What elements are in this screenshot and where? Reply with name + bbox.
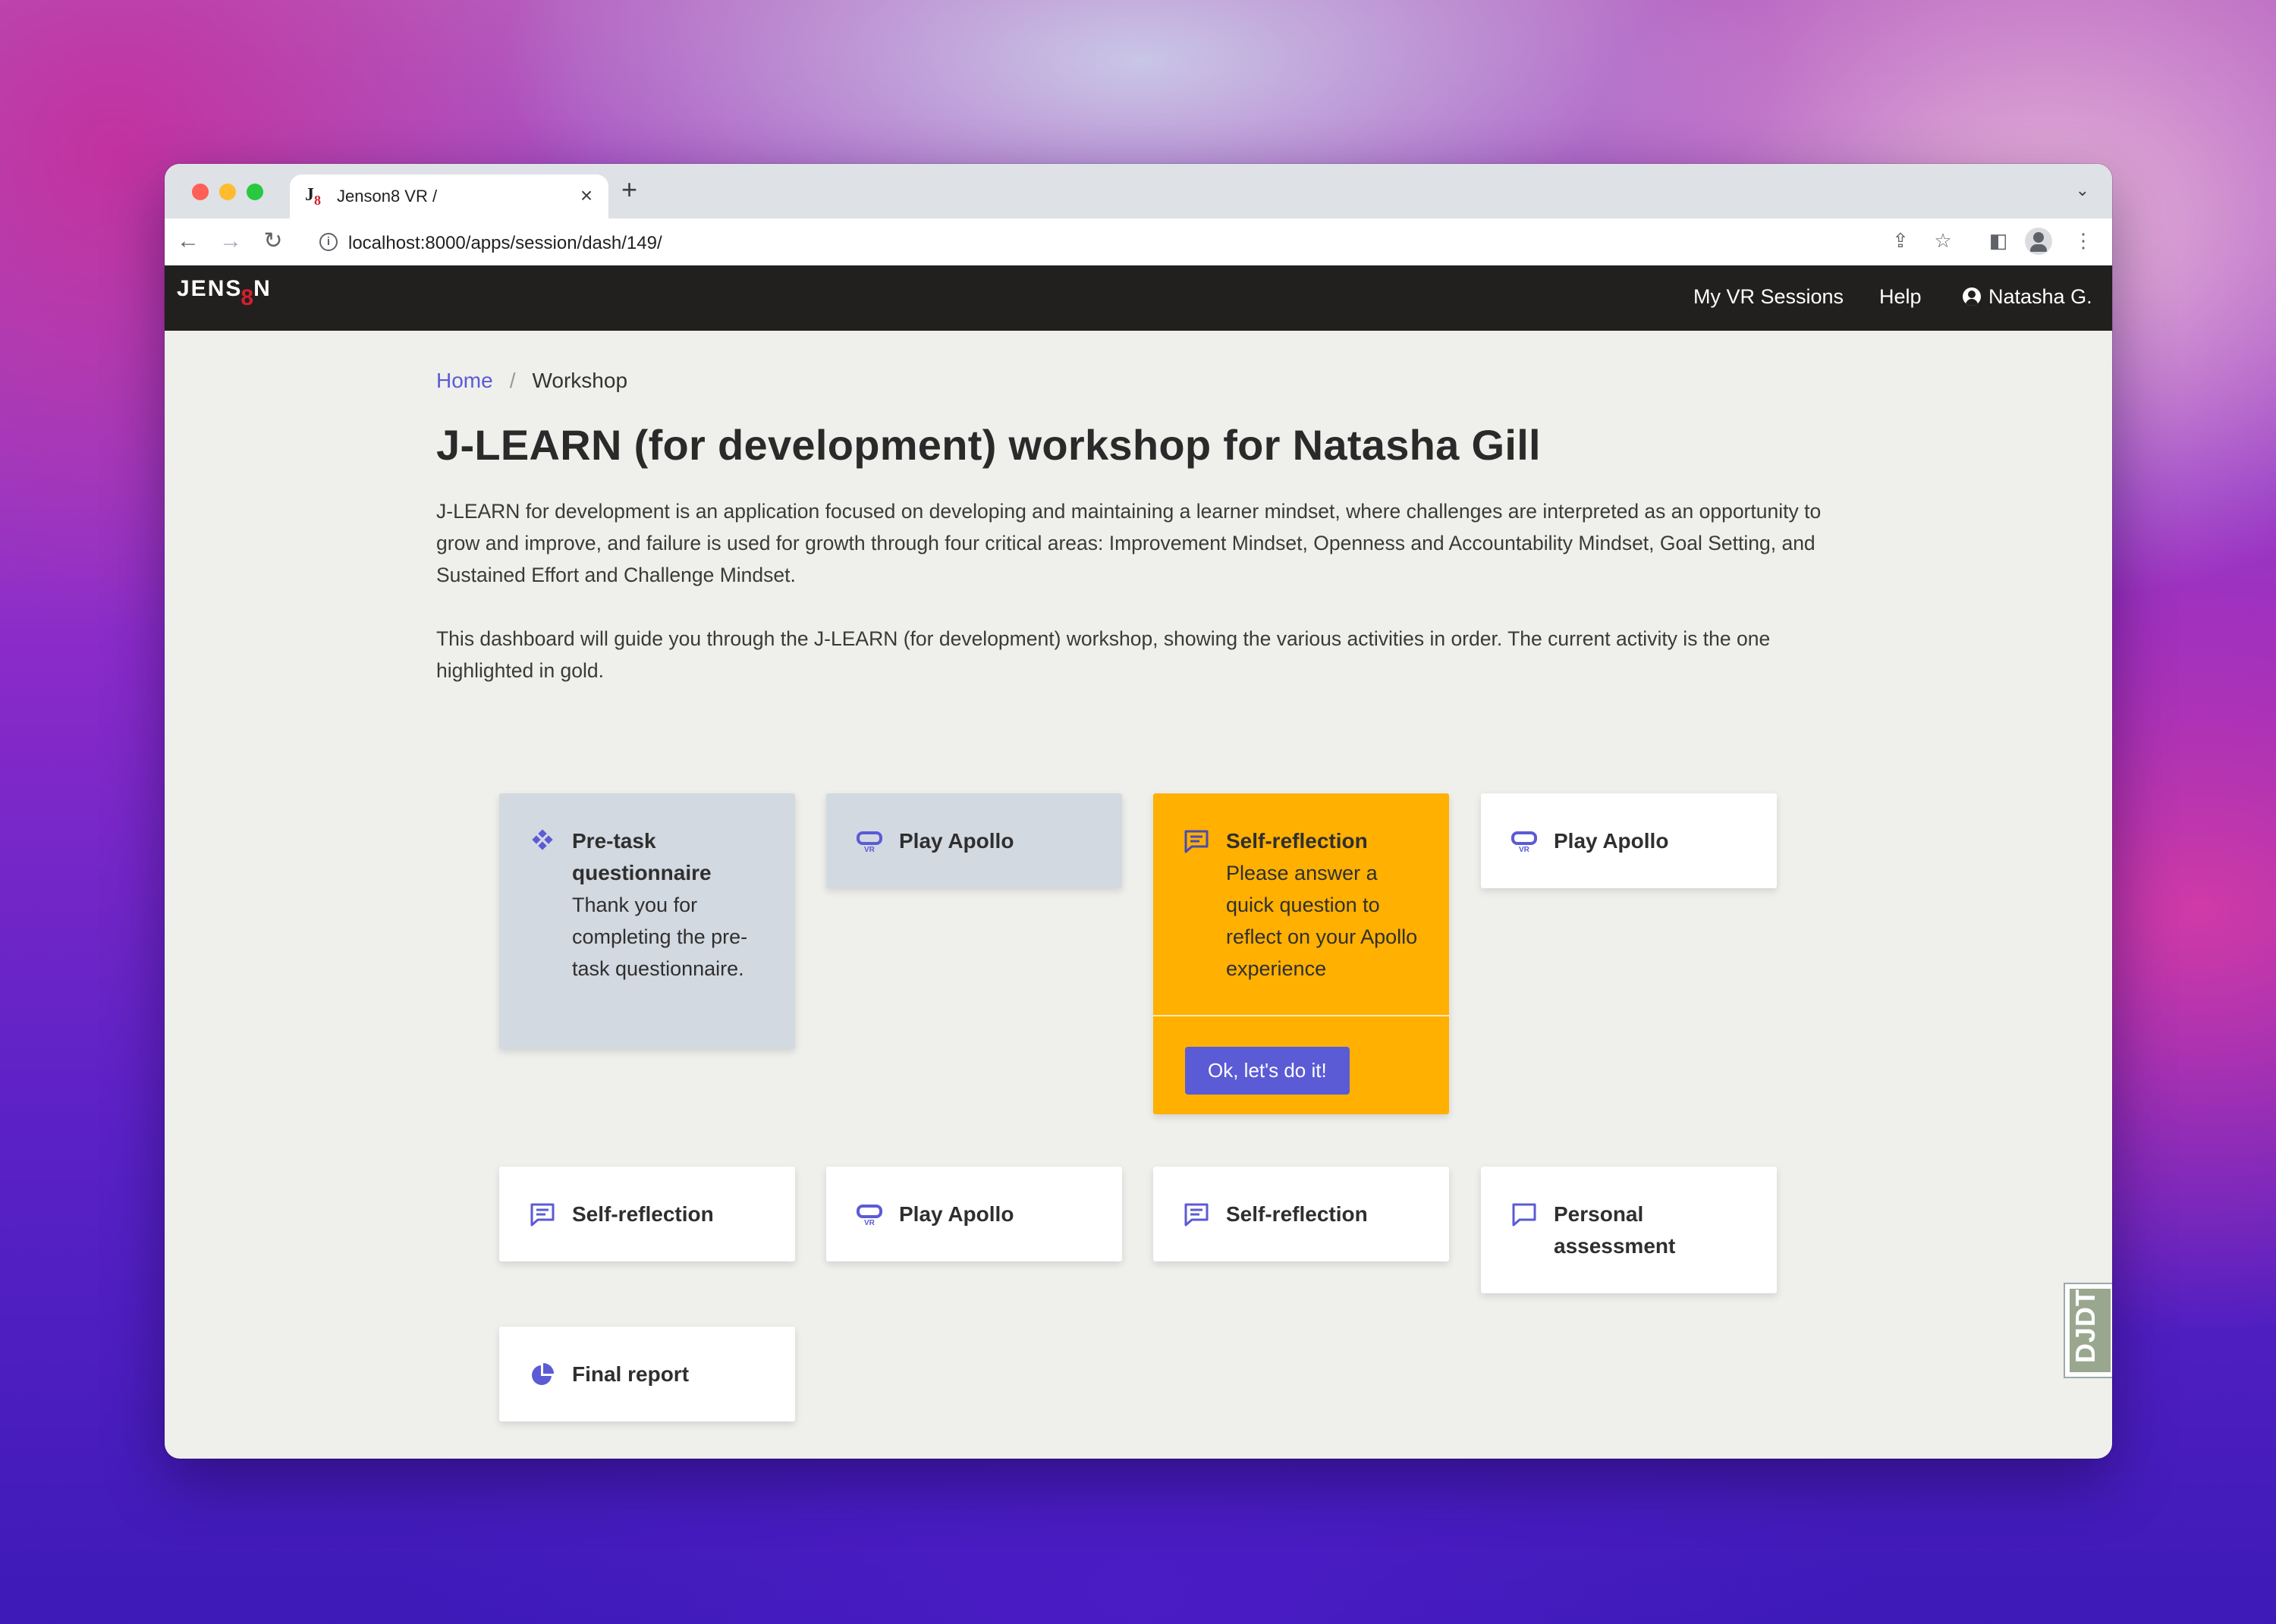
new-tab-icon[interactable]: + <box>621 176 637 203</box>
activity-card-self-reflection[interactable]: Self-reflection <box>1153 1167 1449 1261</box>
activity-card-pre-task-questionnaire: Pre-task questionnaire Thank you for com… <box>499 793 795 1049</box>
url-text[interactable]: localhost:8000/apps/session/dash/149/ <box>348 233 662 254</box>
vr-headset-icon: VR <box>857 1205 882 1227</box>
back-icon[interactable]: ← <box>175 229 201 253</box>
vr-headset-icon: VR <box>857 831 882 854</box>
django-debug-toolbar-handle[interactable]: DJDT <box>2064 1283 2112 1378</box>
activity-card-footer: Ok, let's do it! <box>1153 1015 1449 1126</box>
breadcrumb-separator: / <box>509 369 516 392</box>
start-activity-button[interactable]: Ok, let's do it! <box>1185 1047 1350 1095</box>
user-circle-icon <box>1963 287 1981 306</box>
user-name: Natasha G. <box>1988 285 2092 308</box>
svg-text:VR: VR <box>864 1219 876 1227</box>
chat-lines-icon <box>1184 1203 1209 1227</box>
tab-title: Jenson8 VR / <box>337 187 438 206</box>
page-title: J-LEARN (for development) workshop for N… <box>436 421 1541 469</box>
breadcrumb: Home / Workshop <box>436 369 1847 399</box>
activity-card-self-reflection-current: Self-reflection Please answer a quick qu… <box>1153 793 1449 1114</box>
jenson8-logo[interactable]: JENS8N <box>177 276 272 310</box>
activity-text: Please answer a quick question to reflec… <box>1226 862 1418 980</box>
close-window-button[interactable] <box>192 184 209 200</box>
browser-window: J8 Jenson8 VR / × + ⌄ ← → ↻ i localhost:… <box>165 164 2112 1459</box>
dashboard-instructions: This dashboard will guide you through th… <box>436 627 1771 682</box>
svg-text:VR: VR <box>1519 846 1530 854</box>
side-panel-icon[interactable]: ◧ <box>1985 229 2011 252</box>
reload-icon[interactable]: ↻ <box>260 229 286 253</box>
activity-title: Self-reflection <box>572 1202 714 1226</box>
site-navbar: JENS8N My VR Sessions Help Natasha G. <box>165 265 2112 331</box>
activity-title: Final report <box>572 1362 690 1386</box>
debug-toolbar-label: DJDT <box>2070 1288 2101 1363</box>
activity-title: Pre-task questionnaire <box>572 829 712 884</box>
activity-card-play-apollo: VR Play Apollo <box>826 793 1122 888</box>
share-icon[interactable]: ⇪ <box>1888 229 1913 252</box>
activity-title: Self-reflection <box>1226 829 1368 853</box>
breadcrumb-home-link[interactable]: Home <box>436 369 493 392</box>
activity-card-self-reflection[interactable]: Self-reflection <box>499 1167 795 1261</box>
bookmark-star-icon[interactable]: ☆ <box>1930 229 1956 252</box>
favicon-icon: J8 <box>305 185 321 208</box>
minimize-window-button[interactable] <box>219 184 236 200</box>
activity-title: Play Apollo <box>899 1202 1014 1226</box>
vr-headset-icon: VR <box>1511 831 1537 854</box>
workshop-description: J-LEARN for development is an applicatio… <box>436 500 1822 586</box>
diamonds-icon <box>532 829 553 850</box>
chat-outline-icon <box>1512 1203 1536 1227</box>
activity-title: Personal assessment <box>1554 1202 1676 1258</box>
main-content: Home / Workshop J-LEARN (for development) … <box>436 369 1847 686</box>
activity-card-play-apollo[interactable]: VR Play Apollo <box>826 1167 1122 1261</box>
tab-strip: J8 Jenson8 VR / × + ⌄ <box>165 164 2112 218</box>
activity-card-play-apollo[interactable]: VR Play Apollo <box>1481 793 1777 888</box>
breadcrumb-current: Workshop <box>532 369 628 392</box>
activity-title: Self-reflection <box>1226 1202 1368 1226</box>
profile-avatar-icon[interactable] <box>2025 228 2052 255</box>
close-tab-icon[interactable]: × <box>575 184 598 208</box>
browser-menu-icon[interactable]: ⋮ <box>2070 229 2096 252</box>
browser-tab[interactable]: J8 Jenson8 VR / × <box>290 174 608 218</box>
maximize-window-button[interactable] <box>247 184 263 200</box>
activity-title: Play Apollo <box>899 829 1014 853</box>
nav-my-vr-sessions[interactable]: My VR Sessions <box>1693 285 1844 309</box>
nav-user-menu[interactable]: Natasha G. <box>1963 285 2092 309</box>
svg-text:VR: VR <box>864 846 876 854</box>
address-bar[interactable]: i localhost:8000/apps/session/dash/149/ <box>309 225 2107 259</box>
activity-card-final-report[interactable]: Final report <box>499 1327 795 1421</box>
chat-lines-icon <box>530 1203 555 1227</box>
pie-chart-icon <box>532 1363 554 1385</box>
tab-search-chevron-icon[interactable]: ⌄ <box>2076 181 2089 200</box>
activity-card-personal-assessment[interactable]: Personal assessment <box>1481 1167 1777 1293</box>
activity-text: Thank you for completing the pre-task qu… <box>572 894 748 980</box>
chat-lines-icon <box>1184 830 1209 853</box>
forward-icon[interactable]: → <box>218 229 244 253</box>
nav-help[interactable]: Help <box>1879 285 1922 309</box>
activity-title: Play Apollo <box>1554 829 1669 853</box>
browser-toolbar: ← → ↻ i localhost:8000/apps/session/dash… <box>165 218 2112 265</box>
site-info-icon[interactable]: i <box>319 233 338 251</box>
